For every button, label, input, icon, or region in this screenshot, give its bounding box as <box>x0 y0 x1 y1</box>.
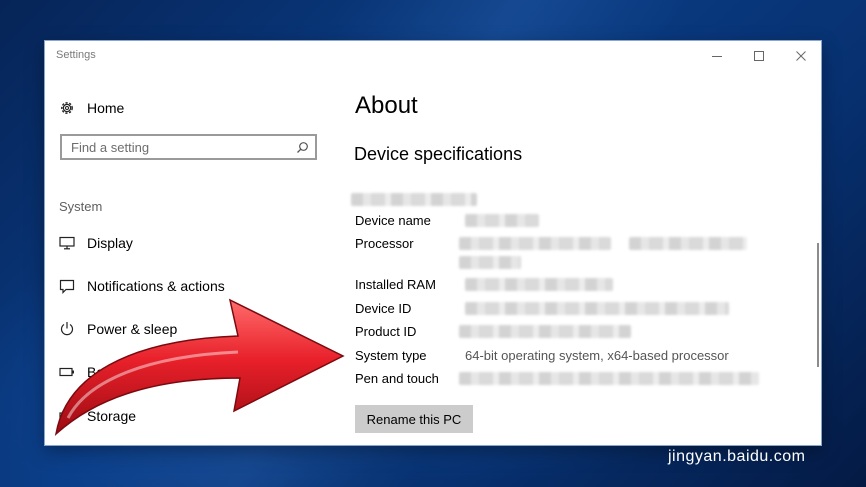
settings-window: Settings Home Find a setting System Disp… <box>45 41 821 445</box>
close-button[interactable] <box>779 41 821 71</box>
search-input[interactable]: Find a setting <box>60 134 317 160</box>
spec-label: Pen and touch <box>355 371 439 386</box>
spec-label: Device name <box>355 213 431 228</box>
close-icon <box>796 51 806 61</box>
sidebar-item-label: Battery <box>87 364 132 380</box>
redacted-value <box>465 278 613 291</box>
main-panel: About Device specifications Device name … <box>335 71 821 445</box>
power-icon <box>60 322 74 336</box>
redacted-value <box>465 302 729 315</box>
home-label: Home <box>87 100 125 116</box>
spec-label: Product ID <box>355 324 417 339</box>
sidebar-item-notifications[interactable]: Notifications & actions <box>59 275 225 297</box>
redacted-pc-name <box>351 193 477 206</box>
rename-pc-button[interactable]: Rename this PC <box>355 405 473 433</box>
system-type-value: 64-bit operating system, x64-based proce… <box>465 348 729 363</box>
sidebar-item-battery[interactable]: Battery <box>59 361 131 383</box>
window-title: Settings <box>56 49 96 61</box>
notification-icon <box>59 279 75 294</box>
sidebar-item-label: Power & sleep <box>87 321 178 337</box>
page-title: About <box>355 92 418 119</box>
spec-label: Processor <box>355 236 414 251</box>
search-icon[interactable] <box>296 141 309 154</box>
redacted-value <box>459 372 759 385</box>
sidebar-item-storage[interactable]: Storage <box>59 405 136 427</box>
section-heading: Device specifications <box>354 144 523 164</box>
sidebar-item-label: Storage <box>87 408 137 424</box>
sidebar-home[interactable]: Home <box>59 97 124 119</box>
sidebar-item-label: Display <box>87 235 133 251</box>
spec-label: System type <box>355 348 427 363</box>
redacted-value <box>459 256 521 269</box>
storage-icon <box>59 412 75 420</box>
sidebar: Home Find a setting System Display Notif… <box>45 71 335 445</box>
gear-icon <box>61 102 73 114</box>
maximize-button[interactable] <box>737 41 781 71</box>
search-placeholder: Find a setting <box>71 140 150 155</box>
watermark-url: jingyan.baidu.com <box>668 448 806 465</box>
redacted-value <box>459 237 611 250</box>
sidebar-item-label: Notifications & actions <box>87 278 225 294</box>
title-bar[interactable]: Settings <box>45 41 821 71</box>
battery-icon <box>59 367 74 377</box>
redacted-value <box>459 325 631 338</box>
spec-label: Installed RAM <box>355 277 436 292</box>
minimize-button[interactable] <box>695 41 739 71</box>
monitor-icon <box>59 236 75 250</box>
sidebar-item-display[interactable]: Display <box>59 232 133 254</box>
section-label-system: System <box>59 199 103 214</box>
spec-label: Device ID <box>355 301 412 316</box>
maximize-icon <box>754 51 764 61</box>
redacted-value <box>629 237 747 250</box>
minimize-icon <box>712 56 722 57</box>
redacted-value <box>465 214 539 227</box>
sidebar-item-power[interactable]: Power & sleep <box>59 318 177 340</box>
scrollbar[interactable] <box>817 243 819 367</box>
